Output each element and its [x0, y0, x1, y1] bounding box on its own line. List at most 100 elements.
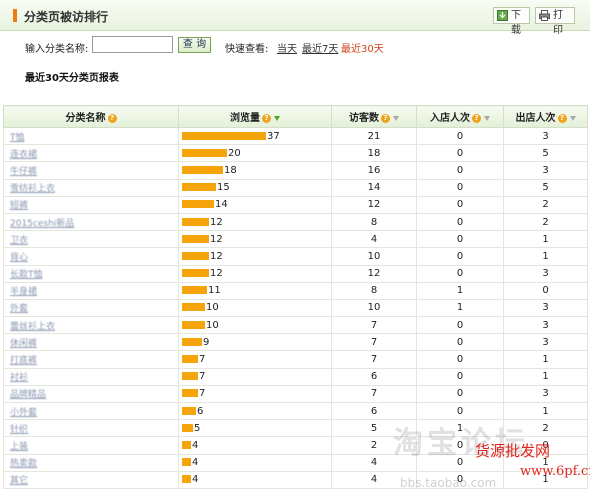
- table-row: 雪纺衫上衣 15 14 0 5: [3, 178, 588, 197]
- last-30-days-link[interactable]: 最近30天: [341, 40, 384, 55]
- visitors-cell: 10: [331, 247, 417, 266]
- report-title: 最近30天分类页报表: [25, 73, 119, 84]
- store-exits-cell: 1: [503, 247, 588, 266]
- table-row: 长款T恤 12 12 0 3: [3, 264, 588, 283]
- store-entries-cell: 0: [416, 178, 504, 197]
- help-icon[interactable]: ?: [472, 113, 481, 123]
- table-row: 衬衫 7 6 0 1: [3, 367, 588, 386]
- category-name-link[interactable]: 衬衫: [3, 367, 179, 386]
- today-link[interactable]: 当天: [277, 40, 297, 55]
- help-icon[interactable]: ?: [107, 113, 117, 123]
- table-row: 牛仔裤 18 16 0 3: [3, 161, 588, 180]
- visitors-cell: 7: [331, 350, 417, 369]
- category-name-link[interactable]: 外套: [3, 298, 179, 318]
- store-exits-cell: 3: [503, 333, 588, 352]
- category-name-link[interactable]: T恤: [3, 126, 179, 146]
- store-entries-cell: 0: [416, 195, 504, 214]
- visitors-cell: 14: [331, 178, 417, 197]
- category-name-link[interactable]: 卫衣: [3, 230, 179, 249]
- category-name-link[interactable]: 雪纺衫上衣: [3, 178, 179, 197]
- store-exits-cell: 1: [503, 367, 588, 386]
- store-exits-cell: 3: [503, 126, 588, 146]
- last-7-days-link[interactable]: 最近7天: [302, 40, 338, 55]
- pageviews-cell: 18: [178, 161, 332, 180]
- category-name-link[interactable]: 其它: [3, 470, 179, 489]
- pageviews-value: 11: [208, 285, 221, 297]
- pageviews-cell: 10: [178, 316, 332, 335]
- table-row: 外套 10 10 1 3: [3, 298, 588, 318]
- sort-down-icon[interactable]: [274, 115, 280, 121]
- pageviews-value: 7: [199, 354, 206, 366]
- sort-down-icon[interactable]: [569, 115, 576, 121]
- visitors-cell: 7: [331, 316, 417, 335]
- col-header-visitors[interactable]: 访客数?: [331, 105, 417, 128]
- col-header-store-entries[interactable]: 入店人次?: [416, 105, 504, 128]
- visitors-cell: 10: [331, 298, 417, 318]
- pageviews-bar: [182, 303, 205, 312]
- category-name-link[interactable]: 连衣裙: [3, 144, 179, 163]
- store-exits-cell: 3: [503, 316, 588, 335]
- pageviews-bar: [182, 217, 209, 226]
- visitors-cell: 7: [331, 384, 417, 404]
- brand-watermark-url: www.6pf.cn: [520, 464, 590, 479]
- pageviews-cell: 7: [178, 350, 332, 369]
- category-name-link[interactable]: 背心: [3, 247, 179, 266]
- category-name-link[interactable]: 针织: [3, 419, 179, 438]
- store-exits-cell: 2: [503, 212, 588, 232]
- visitors-cell: 4: [331, 230, 417, 249]
- store-exits-cell: 3: [503, 264, 588, 283]
- category-name-input[interactable]: [92, 36, 173, 53]
- category-name-link[interactable]: 长款T恤: [3, 264, 179, 283]
- pageviews-bar: [182, 183, 216, 192]
- category-name-link[interactable]: 小外套: [3, 401, 179, 421]
- category-name-link[interactable]: 品牌精品: [3, 384, 179, 404]
- help-icon[interactable]: ?: [381, 113, 390, 123]
- category-name-link[interactable]: 2015ceshi新品: [3, 212, 179, 232]
- pageviews-value: 12: [210, 250, 223, 262]
- category-name-link[interactable]: 打底裤: [3, 350, 179, 369]
- pageviews-bar: [182, 355, 198, 364]
- pageviews-cell: 12: [178, 247, 332, 266]
- download-label: 下载: [511, 10, 521, 36]
- download-button[interactable]: 下载: [493, 7, 530, 36]
- pageviews-value: 4: [192, 439, 199, 451]
- category-name-link[interactable]: 上装: [3, 436, 179, 455]
- category-name-link[interactable]: 蕾丝衫上衣: [3, 316, 179, 335]
- pageviews-bar: [182, 440, 191, 449]
- col-header-store-exits[interactable]: 出店人次?: [503, 105, 588, 128]
- store-exits-cell: 1: [503, 350, 588, 369]
- store-entries-cell: 0: [416, 161, 504, 180]
- printer-icon: [539, 10, 550, 21]
- sort-down-icon[interactable]: [393, 115, 399, 121]
- store-exits-cell: 3: [503, 161, 588, 180]
- category-name-link[interactable]: 休闲裤: [3, 333, 179, 352]
- category-name-link[interactable]: 热卖款: [3, 453, 179, 472]
- forum-watermark-url: bbs.taobao.com: [400, 476, 497, 490]
- pageviews-value: 10: [206, 302, 219, 314]
- pageviews-bar: [182, 320, 205, 329]
- table-row: 其它 4 4 0 1: [3, 470, 588, 489]
- pageviews-cell: 11: [178, 281, 332, 300]
- help-icon[interactable]: ?: [557, 113, 567, 123]
- col-header-category: 分类名称?: [3, 105, 179, 128]
- pageviews-bar: [182, 475, 191, 484]
- print-button[interactable]: 打印: [535, 7, 575, 36]
- table-row: 蕾丝衫上衣 10 7 0 3: [3, 316, 588, 335]
- query-button[interactable]: 查 询: [178, 37, 211, 53]
- category-name-link[interactable]: 短裤: [3, 195, 179, 214]
- pageviews-cell: 14: [178, 195, 332, 214]
- category-name-link[interactable]: 牛仔裤: [3, 161, 179, 180]
- quick-view-label: 快速查看:: [225, 44, 269, 55]
- pageviews-value: 4: [192, 457, 199, 469]
- pageviews-cell: 4: [178, 436, 332, 455]
- pageviews-cell: 37: [178, 126, 332, 146]
- brand-watermark: 货源批发网: [475, 442, 551, 460]
- col-header-pageviews[interactable]: 浏览量?: [178, 105, 332, 128]
- table-row: 半身裙 11 8 1 0: [3, 281, 588, 300]
- sort-down-icon[interactable]: [484, 115, 490, 121]
- pageviews-bar: [182, 234, 209, 243]
- pageviews-bar: [182, 337, 202, 346]
- title-bar: 分类页被访排行 下载 打印: [0, 0, 590, 36]
- help-icon[interactable]: ?: [262, 113, 271, 123]
- category-name-link[interactable]: 半身裙: [3, 281, 179, 300]
